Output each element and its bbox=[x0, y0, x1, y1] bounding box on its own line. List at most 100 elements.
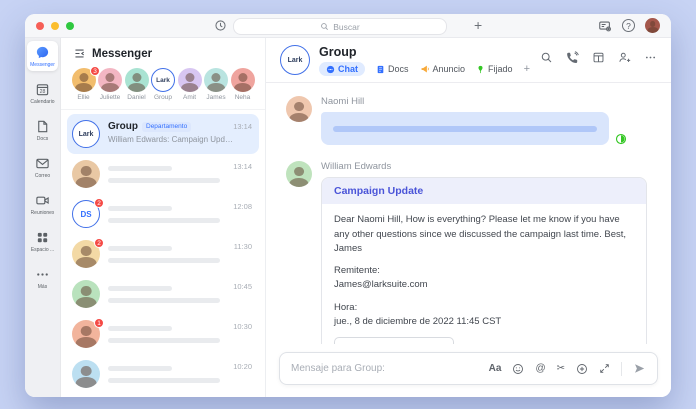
tab-docs[interactable]: Docs bbox=[376, 64, 409, 74]
avatar bbox=[286, 161, 312, 188]
workspace-settings-icon[interactable] bbox=[598, 19, 612, 33]
message-author: William Edwards bbox=[321, 161, 392, 173]
sender-label: Remitente: bbox=[334, 265, 380, 277]
message-input-placeholder: Mensaje para Group: bbox=[291, 363, 385, 374]
conversation-item[interactable]: 1 10:30 bbox=[67, 314, 259, 354]
nav-label: Calendario bbox=[30, 99, 55, 105]
attach-button[interactable] bbox=[576, 363, 588, 375]
placeholder-line bbox=[108, 366, 172, 371]
close-window-button[interactable] bbox=[36, 22, 44, 30]
emoji-button[interactable] bbox=[512, 363, 524, 375]
conversation-group-selected[interactable]: Lark Group Departamento William Edwards:… bbox=[67, 114, 259, 154]
screenshot-button[interactable]: ✂ bbox=[557, 363, 565, 374]
collapse-sidebar-icon[interactable] bbox=[73, 47, 86, 60]
shortcut-group[interactable]: Lark Group bbox=[151, 68, 176, 101]
contact-name: Ellie bbox=[77, 94, 90, 101]
chat-panel-header: Messenger bbox=[61, 38, 265, 66]
contact-name: James bbox=[206, 94, 226, 101]
messenger-icon bbox=[36, 46, 49, 59]
shortcut-ellie[interactable]: 3 Ellie bbox=[71, 66, 100, 101]
conversation-pane: Lark Group Chat Docs Anuncio Fijado + Na… bbox=[266, 38, 671, 397]
nav-item-workspace[interactable]: Espacio ... bbox=[27, 226, 58, 256]
chat-list-panel: Messenger 3 Ellie Juliette Daniel Lark G… bbox=[61, 38, 266, 397]
nav-item-docs[interactable]: Docs bbox=[27, 115, 58, 145]
docs-icon bbox=[38, 120, 48, 133]
contact-name: Amit bbox=[183, 94, 196, 101]
message-william: William Edwards Campaign Update Dear Nao… bbox=[286, 161, 651, 344]
user-avatar[interactable] bbox=[645, 18, 660, 33]
tab-chat[interactable]: Chat bbox=[319, 62, 365, 77]
window-titlebar: Buscar + ? bbox=[25, 14, 671, 38]
expand-composer-button[interactable] bbox=[599, 363, 610, 374]
placeholder-line bbox=[108, 298, 220, 303]
message-author: Naomi Hill bbox=[321, 96, 365, 108]
mention-button[interactable]: @ bbox=[535, 363, 545, 374]
message-naomi: Naomi Hill bbox=[286, 96, 651, 146]
tasks-board-icon[interactable] bbox=[592, 51, 605, 64]
history-icon[interactable] bbox=[214, 19, 227, 32]
avatar bbox=[286, 96, 312, 123]
conversation-item[interactable]: DS 2 12:08 bbox=[67, 194, 259, 234]
calendar-icon: 28 bbox=[36, 84, 49, 96]
avatar bbox=[72, 360, 100, 388]
megaphone-icon bbox=[421, 65, 429, 73]
new-tab-button[interactable]: + bbox=[474, 15, 482, 35]
nav-item-mail[interactable]: Correo bbox=[27, 152, 58, 182]
search-in-chat-icon[interactable] bbox=[540, 51, 553, 64]
conversation-item[interactable]: 10:45 bbox=[67, 274, 259, 314]
email-card: Campaign Update Dear Naomi Hill, How is … bbox=[321, 177, 647, 344]
shortcut-daniel[interactable]: Daniel bbox=[124, 68, 149, 101]
avatar bbox=[124, 68, 149, 92]
group-avatar: Lark bbox=[280, 45, 310, 75]
add-tab-button[interactable]: + bbox=[524, 63, 530, 75]
zoom-window-button[interactable] bbox=[66, 22, 74, 30]
svg-text:28: 28 bbox=[40, 89, 46, 95]
avatar bbox=[72, 280, 100, 308]
department-tag: Departamento bbox=[142, 121, 192, 132]
call-icon[interactable] bbox=[566, 51, 579, 64]
unread-badge: 1 bbox=[94, 318, 104, 328]
shortcut-james[interactable]: James bbox=[204, 68, 229, 101]
mail-icon bbox=[36, 158, 49, 169]
conversation-item[interactable]: 10:20 bbox=[67, 354, 259, 394]
add-member-icon[interactable] bbox=[618, 51, 631, 64]
conversation-tabs: Chat Docs Anuncio Fijado + bbox=[319, 62, 530, 77]
tab-announcement[interactable]: Anuncio bbox=[420, 64, 465, 74]
nav-item-more[interactable]: Más bbox=[27, 263, 58, 293]
desktop-background: Buscar + ? Messenger 28 Calendario Docs … bbox=[0, 0, 696, 409]
message-input[interactable]: Mensaje para Group: Aa @ ✂ bbox=[279, 352, 658, 385]
text-format-button[interactable]: Aa bbox=[489, 363, 502, 374]
pin-icon bbox=[478, 65, 483, 74]
conversation-item[interactable]: 13:14 bbox=[67, 154, 259, 194]
shortcut-neha[interactable]: Neha bbox=[230, 68, 255, 101]
chat-panel-title: Messenger bbox=[92, 47, 153, 60]
lark-logo-avatar: Lark bbox=[72, 120, 100, 148]
global-search-input[interactable]: Buscar bbox=[233, 18, 447, 35]
nav-item-meetings[interactable]: Reuniones bbox=[27, 189, 58, 219]
unread-badge: 2 bbox=[94, 238, 104, 248]
nav-label: Correo bbox=[34, 173, 51, 179]
conversation-time: 10:45 bbox=[233, 282, 252, 291]
shortcut-juliette[interactable]: Juliette bbox=[98, 68, 123, 101]
tab-pinned[interactable]: Fijado bbox=[476, 64, 513, 74]
contact-name: Neha bbox=[234, 94, 251, 101]
nav-label: Messenger bbox=[30, 62, 55, 68]
nav-item-calendar[interactable]: 28 Calendario bbox=[27, 78, 58, 108]
placeholder-line bbox=[108, 286, 172, 291]
contact-shortcuts-row: 3 Ellie Juliette Daniel Lark Group Amit … bbox=[61, 66, 265, 110]
placeholder-line bbox=[108, 258, 220, 263]
shortcut-amit[interactable]: Amit bbox=[177, 68, 202, 101]
message-bubble[interactable] bbox=[321, 112, 627, 146]
minimize-window-button[interactable] bbox=[51, 22, 59, 30]
conversation-time: 10:30 bbox=[233, 322, 252, 331]
conversation-item[interactable]: 10:20 bbox=[67, 394, 259, 397]
toolbar-divider bbox=[621, 361, 622, 376]
search-icon bbox=[321, 23, 329, 30]
more-actions-icon[interactable] bbox=[644, 51, 657, 64]
conversation-item[interactable]: 2 11:30 bbox=[67, 234, 259, 274]
open-email-button[interactable]: Abrir correo electrónico bbox=[334, 337, 455, 344]
help-icon[interactable]: ? bbox=[622, 19, 635, 32]
send-button[interactable] bbox=[633, 362, 646, 375]
nav-item-messenger[interactable]: Messenger bbox=[27, 41, 58, 71]
placeholder-line bbox=[108, 326, 172, 331]
